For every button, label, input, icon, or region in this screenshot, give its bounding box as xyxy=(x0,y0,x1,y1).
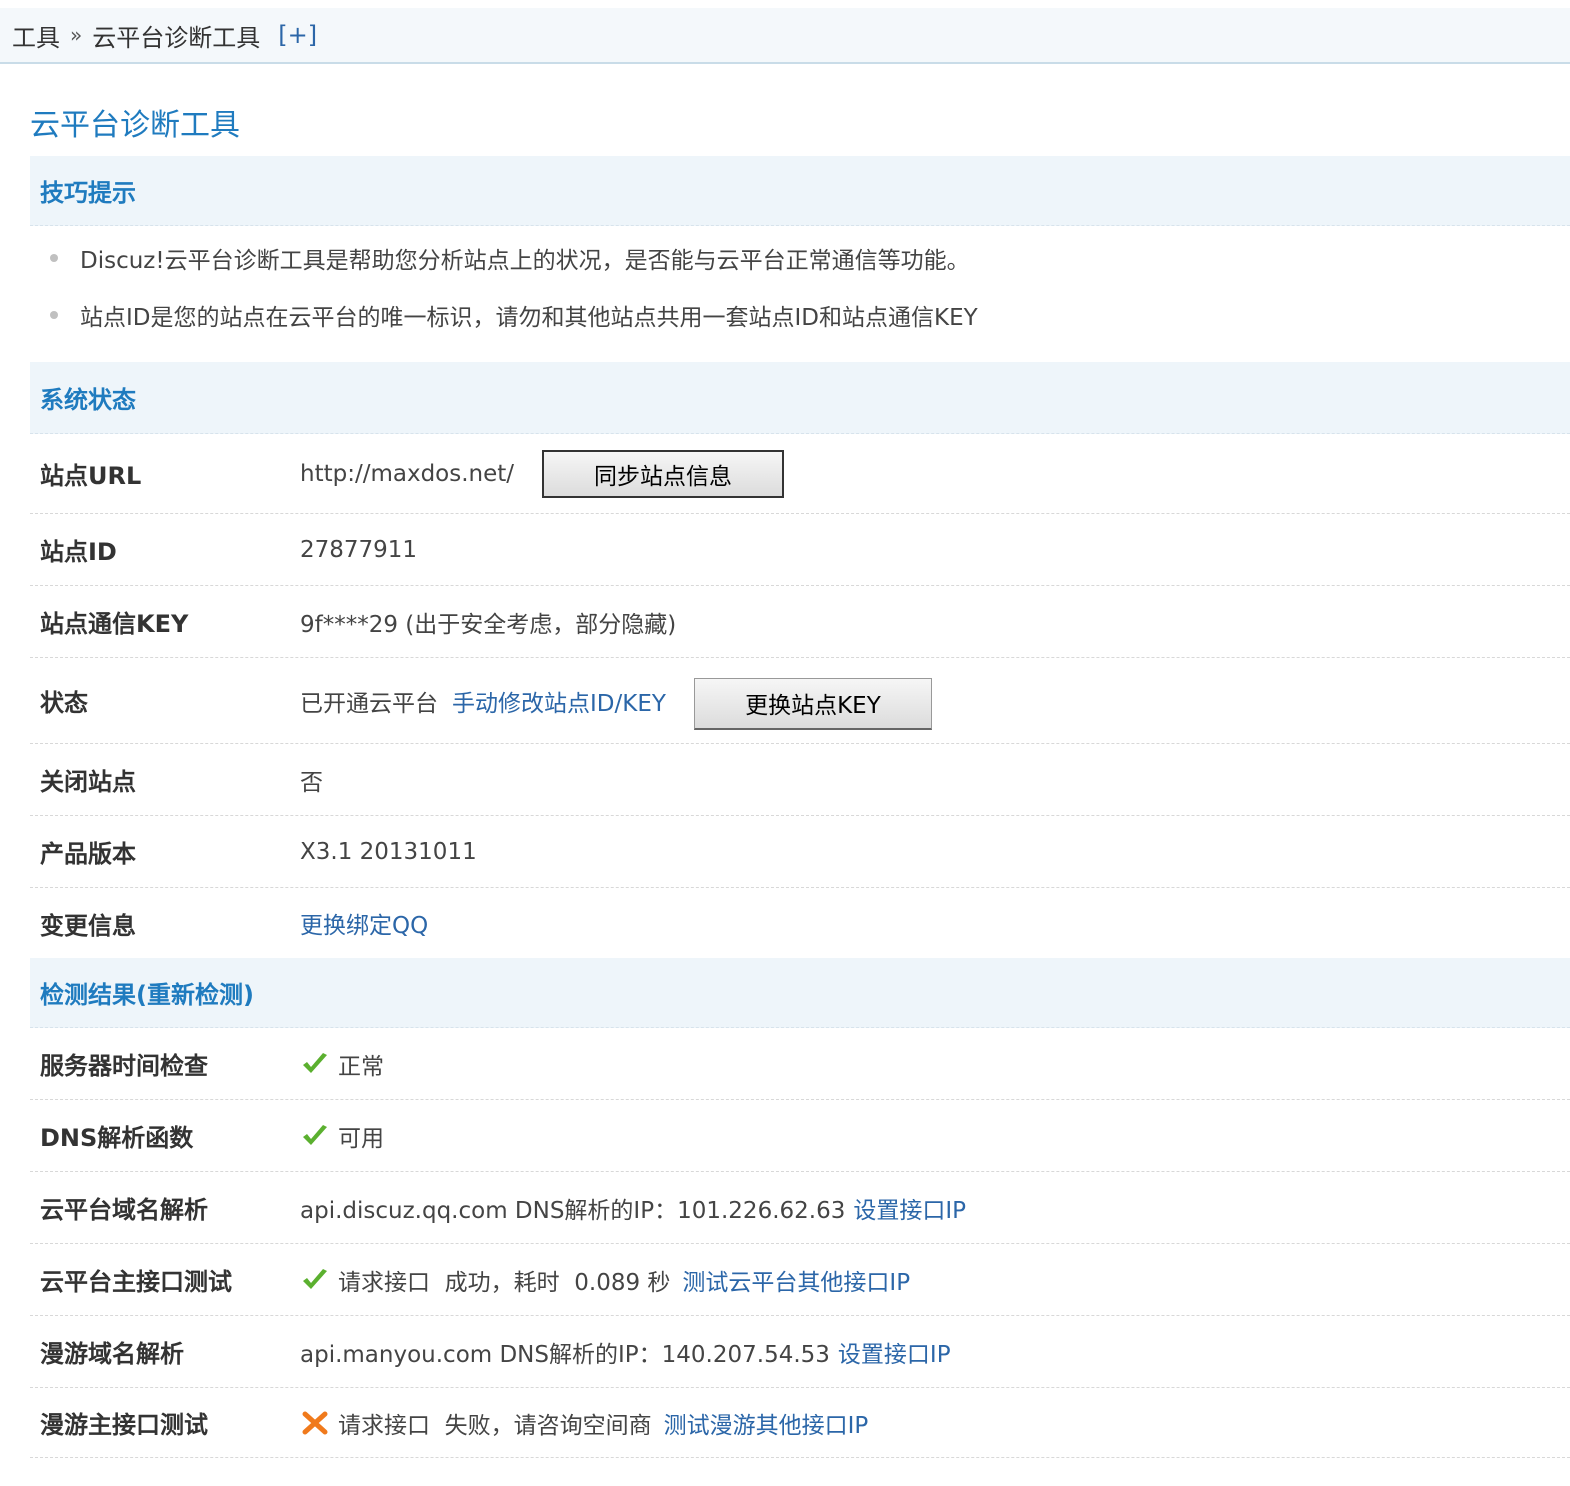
breadcrumb-root[interactable]: 工具 xyxy=(12,18,60,53)
server-time-value: 正常 xyxy=(338,1053,384,1080)
cloud-dns-label: 云平台域名解析 xyxy=(40,1196,208,1224)
cloud-dns-row: 云平台域名解析 api.discuz.qq.com DNS解析的IP：101.2… xyxy=(30,1172,1570,1244)
site-key-label: 站点通信KEY xyxy=(40,610,189,638)
dns-func-label: DNS解析函数 xyxy=(40,1124,194,1152)
tip-item: 站点ID是您的站点在云平台的唯一标识，请勿和其他站点共用一套站点ID和站点通信K… xyxy=(30,293,1570,337)
tip-item: Discuz!云平台诊断工具是帮助您分析站点上的状况，是否能与云平台正常通信等功… xyxy=(30,236,1570,280)
site-id-row: 站点ID 27877911 xyxy=(30,514,1570,586)
tips-heading: 技巧提示 xyxy=(30,156,1570,226)
change-bound-qq-link[interactable]: 更换绑定QQ xyxy=(300,906,428,940)
version-value: X3.1 20131011 xyxy=(300,838,477,865)
site-id-label: 站点ID xyxy=(40,538,117,566)
site-url-label: 站点URL xyxy=(40,462,142,490)
cross-icon xyxy=(302,1411,328,1434)
status-label: 状态 xyxy=(40,689,88,717)
add-shortcut-link[interactable]: [+] xyxy=(278,21,317,49)
site-url-value: http://maxdos.net/ xyxy=(300,460,515,487)
breadcrumb-separator: » xyxy=(70,23,83,47)
breadcrumb-current: 云平台诊断工具 xyxy=(92,23,261,52)
tip-text: 站点ID是您的站点在云平台的唯一标识，请勿和其他站点共用一套站点ID和站点通信K… xyxy=(80,305,978,331)
manyou-dns-label: 漫游域名解析 xyxy=(40,1340,184,1368)
sync-site-info-button[interactable]: 同步站点信息 xyxy=(542,449,785,498)
cloud-dns-value: api.discuz.qq.com DNS解析的IP：101.226.62.63 xyxy=(300,1197,846,1224)
version-row: 产品版本 X3.1 20131011 xyxy=(30,816,1570,888)
results-heading[interactable]: 检测结果(重新检测) xyxy=(30,958,1570,1028)
change-site-key-button[interactable]: 更换站点KEY xyxy=(693,677,932,730)
manyou-dns-row: 漫游域名解析 api.manyou.com DNS解析的IP：140.207.5… xyxy=(30,1316,1570,1388)
site-key-value: 9f****29 (出于安全考虑，部分隐藏) xyxy=(300,611,677,638)
status-value: 已开通云平台 xyxy=(300,690,438,717)
check-icon xyxy=(303,1052,327,1073)
set-manyou-api-ip-link[interactable]: 设置接口IP xyxy=(838,1335,951,1369)
bullet-icon xyxy=(50,254,58,262)
test-cloud-other-ip-link[interactable]: 测试云平台其他接口IP xyxy=(682,1263,910,1297)
site-key-row: 站点通信KEY 9f****29 (出于安全考虑，部分隐藏) xyxy=(30,586,1570,658)
site-url-row: 站点URL http://maxdos.net/ 同步站点信息 xyxy=(30,434,1570,514)
close-site-row: 关闭站点 否 xyxy=(30,744,1570,816)
check-icon xyxy=(303,1124,327,1145)
server-time-row: 服务器时间检查 正常 xyxy=(30,1028,1570,1100)
tip-text: Discuz!云平台诊断工具是帮助您分析站点上的状况，是否能与云平台正常通信等功… xyxy=(80,248,970,274)
close-site-label: 关闭站点 xyxy=(40,768,136,796)
breadcrumb: 工具 » 云平台诊断工具 [+] xyxy=(0,8,1570,64)
set-cloud-api-ip-link[interactable]: 设置接口IP xyxy=(853,1191,966,1225)
site-id-value: 27877911 xyxy=(300,536,418,563)
status-row: 状态 已开通云平台 手动修改站点ID/KEY 更换站点KEY xyxy=(30,658,1570,744)
cloud-api-label: 云平台主接口测试 xyxy=(40,1268,232,1296)
change-info-label: 变更信息 xyxy=(40,911,136,940)
check-icon xyxy=(303,1268,327,1289)
system-status-heading: 系统状态 xyxy=(30,362,1570,434)
page-title: 云平台诊断工具 xyxy=(30,108,240,143)
change-info-row: 变更信息 更换绑定QQ xyxy=(30,888,1570,958)
manyou-dns-value: api.manyou.com DNS解析的IP：140.207.54.53 xyxy=(300,1341,830,1368)
dns-func-row: DNS解析函数 可用 xyxy=(30,1100,1570,1172)
version-label: 产品版本 xyxy=(40,840,136,868)
test-manyou-other-ip-link[interactable]: 测试漫游其他接口IP xyxy=(664,1406,869,1440)
server-time-label: 服务器时间检查 xyxy=(40,1052,208,1080)
edit-site-id-key-link[interactable]: 手动修改站点ID/KEY xyxy=(452,684,666,718)
cloud-api-row: 云平台主接口测试 请求接口 成功，耗时 0.089 秒 测试云平台其他接口IP xyxy=(30,1244,1570,1316)
close-site-value: 否 xyxy=(300,769,323,796)
cloud-api-value: 请求接口 成功，耗时 0.089 秒 xyxy=(338,1269,671,1296)
manyou-api-label: 漫游主接口测试 xyxy=(40,1411,208,1439)
manyou-api-value: 请求接口 失败，请咨询空间商 xyxy=(338,1412,652,1439)
manyou-api-row: 漫游主接口测试 请求接口 失败，请咨询空间商 测试漫游其他接口IP xyxy=(30,1388,1570,1458)
bullet-icon xyxy=(50,311,58,319)
dns-func-value: 可用 xyxy=(338,1125,384,1152)
